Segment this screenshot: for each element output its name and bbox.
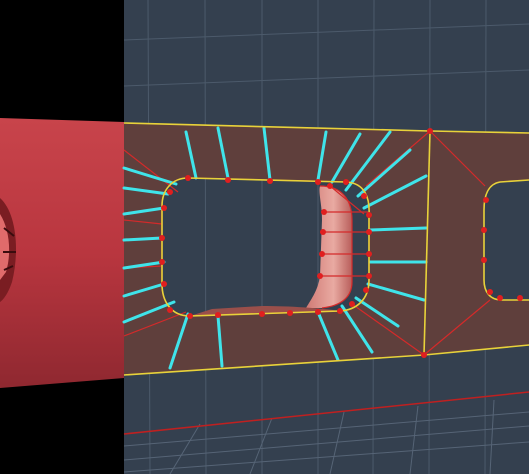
mesh-vertex[interactable]	[167, 307, 173, 313]
mesh-vertex[interactable]	[481, 227, 487, 233]
mesh-vertex[interactable]	[483, 197, 489, 203]
mesh-vertex[interactable]	[161, 205, 167, 211]
mesh-vertex[interactable]	[497, 295, 503, 301]
mesh-vertex[interactable]	[319, 251, 325, 257]
mesh-vertex[interactable]	[349, 301, 355, 307]
mesh-vertex[interactable]	[187, 313, 193, 319]
mesh-vertex[interactable]	[185, 175, 191, 181]
mesh-vertex[interactable]	[317, 273, 323, 279]
mesh-vertex[interactable]	[517, 295, 523, 301]
mesh-vertex[interactable]	[215, 312, 221, 318]
mesh-vertex[interactable]	[320, 229, 326, 235]
mesh-vertex[interactable]	[321, 209, 327, 215]
mesh-vertex[interactable]	[427, 128, 433, 134]
mesh-vertex[interactable]	[327, 183, 333, 189]
mesh-vertex[interactable]	[363, 287, 369, 293]
mesh-vertex[interactable]	[287, 310, 293, 316]
mesh-vertex[interactable]	[421, 352, 427, 358]
mesh-vertex[interactable]	[361, 193, 367, 199]
mesh-vertex[interactable]	[315, 309, 321, 315]
mesh-vertex[interactable]	[366, 251, 372, 257]
mesh-vertex[interactable]	[267, 178, 273, 184]
mesh-vertex[interactable]	[337, 308, 343, 314]
selected-edge[interactable]	[122, 236, 164, 242]
red-preview-object	[0, 118, 124, 388]
mesh-vertex[interactable]	[167, 189, 173, 195]
mesh-vertex[interactable]	[315, 179, 321, 185]
mesh-vertex[interactable]	[487, 289, 493, 295]
3d-viewport[interactable]	[0, 0, 529, 474]
mesh-vertex[interactable]	[225, 177, 231, 183]
mesh-vertex[interactable]	[159, 259, 165, 265]
mesh-vertex[interactable]	[343, 179, 349, 185]
mesh-vertex[interactable]	[366, 212, 372, 218]
mesh-vertex[interactable]	[161, 281, 167, 287]
viewport-scene[interactable]	[0, 0, 529, 474]
selected-edge[interactable]	[368, 226, 428, 232]
mesh-vertex[interactable]	[259, 311, 265, 317]
second-hole	[484, 180, 529, 300]
mesh-vertex[interactable]	[159, 235, 165, 241]
mesh-vertex[interactable]	[481, 257, 487, 263]
mesh-vertex[interactable]	[366, 273, 372, 279]
mesh-vertex[interactable]	[366, 229, 372, 235]
